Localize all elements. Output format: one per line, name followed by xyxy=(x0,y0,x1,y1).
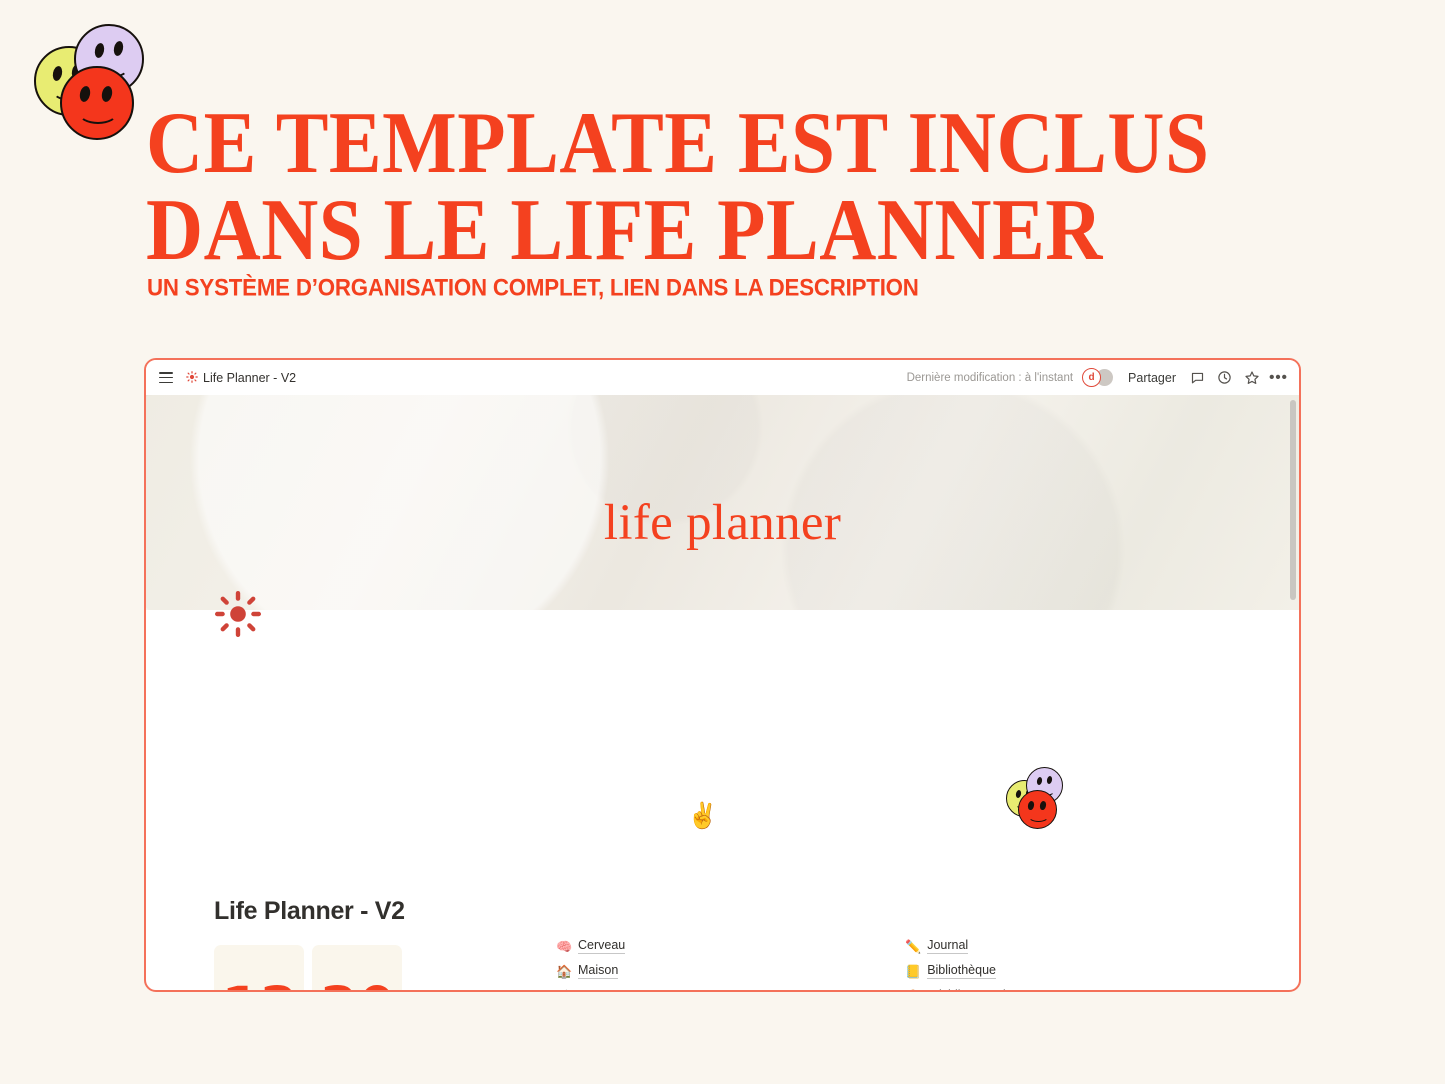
link-item-wishlist-cadeaux[interactable]: 👜 Wishlist & cadeaux xyxy=(905,988,1033,991)
pencil-icon: ✏️ xyxy=(905,938,922,954)
notebook-icon: 📒 xyxy=(905,963,922,979)
cover-sticker-group xyxy=(1004,764,1066,829)
page-sun-icon[interactable] xyxy=(214,590,262,638)
quick-links: 🧠 Cerveau 🏠 Maison 🍴 Repas & courses 💵 F… xyxy=(556,938,1033,991)
house-icon: 🏠 xyxy=(556,963,573,979)
scrollbar-thumb[interactable] xyxy=(1290,400,1296,600)
cutlery-icon: 🍴 xyxy=(556,990,572,991)
handbag-icon: 👜 xyxy=(905,990,921,991)
quick-links-left-column: 🧠 Cerveau 🏠 Maison 🍴 Repas & courses 💵 F… xyxy=(556,938,673,991)
link-label: Wishlist & cadeaux xyxy=(927,988,1033,990)
date-card-day: 30 FRIDAY xyxy=(312,945,402,990)
page-title[interactable]: Life Planner - V2 xyxy=(214,897,405,926)
link-item-cerveau[interactable]: 🧠 Cerveau xyxy=(556,938,673,954)
more-options-icon[interactable]: ••• xyxy=(1269,369,1287,386)
comment-icon[interactable] xyxy=(1189,369,1206,386)
notion-app-window: Life Planner - V2 Dernière modification … xyxy=(144,358,1301,992)
share-button[interactable]: Partager xyxy=(1128,371,1176,385)
date-number: 13 xyxy=(221,978,299,990)
peace-hand-emoji: ✌️ xyxy=(687,802,719,830)
star-icon[interactable] xyxy=(1243,369,1260,386)
link-label: Repas & courses xyxy=(578,988,673,990)
link-label: Maison xyxy=(578,963,619,979)
avatar[interactable]: d xyxy=(1082,367,1102,387)
date-number: 30 xyxy=(319,978,397,990)
promo-headline-line-2: DANS LE LIFE PLANNER xyxy=(146,181,1103,279)
cover-title: life planner xyxy=(603,495,842,551)
link-label: Bibliothèque xyxy=(927,963,996,979)
promo-subtitle: UN SYSTÈME D’ORGANISATION COMPLET, LIEN … xyxy=(147,274,919,301)
sun-icon xyxy=(186,370,198,385)
topbar-right-group: Dernière modification : à l'instant d Pa… xyxy=(906,367,1287,388)
link-item-maison[interactable]: 🏠 Maison xyxy=(556,963,673,979)
quick-links-right-column: ✏️ Journal 📒 Bibliothèque 👜 Wishlist & c… xyxy=(905,938,1033,991)
breadcrumb-page-title[interactable]: Life Planner - V2 xyxy=(203,371,296,385)
hamburger-menu-icon[interactable] xyxy=(159,372,173,383)
brain-icon: 🧠 xyxy=(556,938,573,954)
smiley-red-icon xyxy=(60,66,134,140)
page-cover-image: life planner xyxy=(146,395,1299,610)
link-label: Cerveau xyxy=(578,938,626,954)
promo-headline-line-1: CE TEMPLATE EST INCLUS xyxy=(146,94,1210,192)
history-clock-icon[interactable] xyxy=(1216,369,1233,386)
link-item-bibliotheque[interactable]: 📒 Bibliothèque xyxy=(905,963,1033,979)
link-item-journal[interactable]: ✏️ Journal xyxy=(905,938,1033,954)
date-card-month-day: 13 xyxy=(214,945,304,990)
date-cards: 13 30 FRIDAY xyxy=(214,945,402,990)
app-topbar: Life Planner - V2 Dernière modification … xyxy=(146,360,1299,395)
promo-headline: CE TEMPLATE EST INCLUS DANS LE LIFE PLAN… xyxy=(146,94,1210,279)
link-item-repas-courses[interactable]: 🍴 Repas & courses xyxy=(556,988,673,991)
last-edited-status: Dernière modification : à l'instant xyxy=(906,371,1074,384)
avatar-group: d xyxy=(1082,367,1116,388)
vertical-scrollbar[interactable] xyxy=(1290,400,1296,984)
link-label: Journal xyxy=(927,938,969,954)
promo-sticker-group xyxy=(28,14,148,140)
smiley-red-icon xyxy=(1018,790,1057,829)
